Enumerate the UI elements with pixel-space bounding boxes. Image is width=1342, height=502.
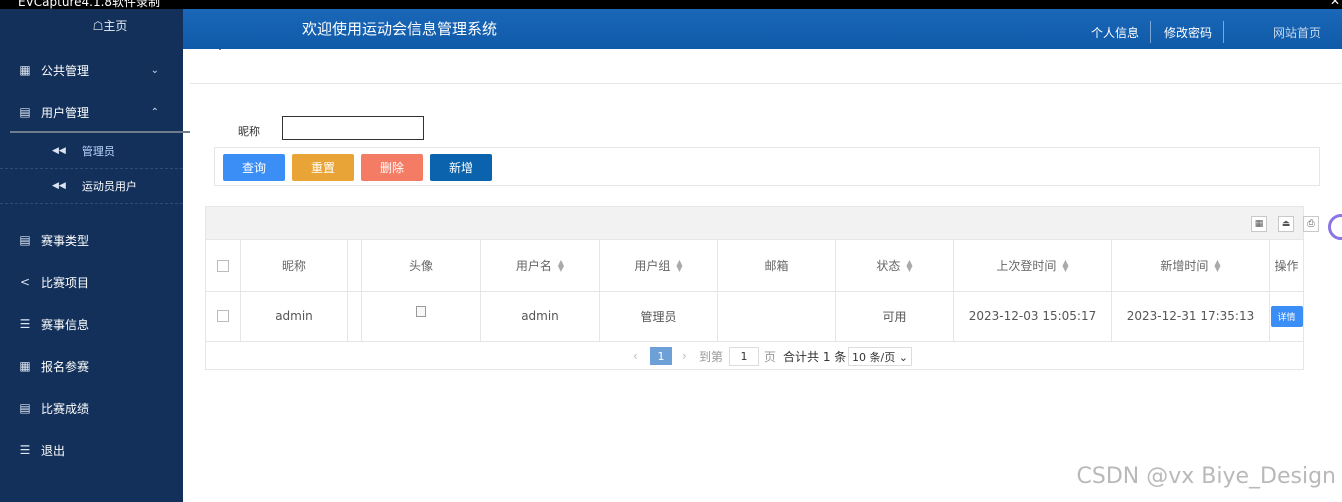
cell-nickname: admin [241, 291, 348, 341]
change-password-link[interactable]: 修改密码 [1164, 24, 1212, 41]
columns-icon[interactable]: ▦ [1251, 216, 1267, 232]
sidebar-item-label: 退出 [41, 443, 66, 458]
table-header-row: 昵称 头像 用户名 ▲ ▼ 用户组 ▲ ▼ 邮箱 状态 ▲ ▼ 上次登时间 ▲ ▼ 新增时间 ▲ ▼… [206, 240, 1303, 292]
page-number-input[interactable]: 1 [729, 347, 759, 366]
column-spacer [348, 291, 362, 341]
nickname-label: 昵称 [238, 125, 260, 138]
book-icon: ▤ [19, 105, 31, 119]
sidebar: ☖主页 ▦ 公共管理 ⌄ ▤ 用户管理 ⌃ ◀◀ 管理员 ◀◀ 运动员用户 ▤ … [0, 0, 183, 502]
cell-last-login: 2023-12-03 15:05:17 [954, 291, 1112, 341]
delete-button[interactable]: 删除 [361, 154, 423, 181]
sidebar-item-label: 报名参赛 [41, 359, 90, 374]
add-button[interactable]: 新增 [430, 154, 492, 181]
sidebar-item-event-info[interactable]: ☰ 赛事信息 [0, 307, 183, 341]
total-count: 合计共 1 条 [783, 349, 847, 364]
cell-avatar [362, 291, 481, 341]
table-toolbar [205, 206, 1304, 240]
select-all-cell [206, 240, 241, 291]
top-header: 欢迎使用运动会信息管理系统 个人信息 修改密码 网站首页 [183, 9, 1342, 49]
sidebar-item-event-type[interactable]: ▤ 赛事类型 [0, 223, 183, 257]
header-divider [1223, 21, 1224, 43]
cell-action: 详情 [1270, 291, 1303, 341]
chevron-down-icon: ⌄ [150, 64, 159, 76]
prev-page-icon[interactable]: ‹ [633, 349, 638, 363]
column-header-status[interactable]: 状态 ▲ ▼ [836, 240, 954, 291]
sort-icon[interactable]: ▲ ▼ [1062, 258, 1068, 272]
sidebar-item-registration[interactable]: ▦ 报名参赛 [0, 349, 183, 383]
sort-icon[interactable]: ▲ ▼ [1214, 258, 1220, 272]
current-page[interactable]: 1 [650, 347, 672, 365]
sidebar-item-logout[interactable]: ☰ 退出 [0, 433, 183, 467]
page-title: 欢迎使用运动会信息管理系统 [302, 20, 498, 38]
broken-image-icon [416, 306, 426, 317]
grid-icon: ▦ [19, 63, 31, 77]
select-all-checkbox[interactable] [217, 259, 229, 272]
column-spacer [348, 240, 362, 291]
sort-icon[interactable]: ▲ ▼ [676, 258, 682, 272]
cell-created: 2023-12-31 17:35:13 [1112, 291, 1270, 341]
pagination: ‹ 1 › 到第 1 页 合计共 1 条 10 条/页 ⌄ [205, 342, 1304, 370]
page-size-select[interactable]: 10 条/页 ⌄ [848, 347, 912, 366]
cell-username: admin [481, 291, 600, 341]
page-label: 页 [764, 349, 777, 364]
double-left-icon: ◀◀ [52, 181, 66, 191]
recorder-bar [0, 0, 1342, 9]
sidebar-item-label: 用户管理 [41, 105, 90, 120]
row-select-cell [206, 291, 241, 341]
grid-icon: ▦ [19, 359, 31, 373]
sidebar-item-results[interactable]: ▤ 比赛成绩 [0, 391, 183, 425]
column-header-username[interactable]: 用户名 ▲ ▼ [481, 240, 600, 291]
book-icon: ▤ [19, 401, 31, 415]
sidebar-item-public-management[interactable]: ▦ 公共管理 ⌄ [0, 53, 183, 87]
sidebar-subitem-label: 管理员 [81, 145, 115, 158]
goto-label: 到第 [699, 349, 724, 364]
chevron-up-icon: ⌃ [150, 106, 159, 118]
sort-icon[interactable]: ▲ ▼ [906, 258, 912, 272]
list-icon: ☰ [19, 443, 31, 457]
column-header-action: 操作 [1274, 259, 1299, 273]
next-page-icon[interactable]: › [682, 349, 687, 363]
list-icon: ☰ [19, 317, 31, 331]
sidebar-item-label: 公共管理 [41, 63, 90, 78]
share-icon: < [19, 275, 31, 289]
reset-button[interactable]: 重置 [292, 154, 354, 181]
book-icon: ▤ [19, 233, 31, 247]
sidebar-item-label: 比赛成绩 [41, 401, 90, 416]
nickname-input[interactable] [282, 116, 424, 140]
row-checkbox[interactable] [217, 310, 229, 322]
column-header-created[interactable]: 新增时间 ▲ ▼ [1112, 240, 1270, 291]
print-icon[interactable]: ⎙ [1303, 216, 1319, 232]
cell-email [718, 291, 836, 341]
watermark: CSDN @vx Biye_Design [1076, 464, 1336, 489]
double-left-icon: ◀◀ [52, 146, 66, 156]
sort-icon[interactable]: ▲ ▼ [558, 258, 564, 272]
cell-status: 可用 [836, 291, 954, 341]
cell-group: 管理员 [600, 291, 718, 341]
profile-link[interactable]: 个人信息 [1091, 24, 1139, 41]
sidebar-subitem-admin[interactable]: ◀◀ 管理员 [0, 134, 183, 169]
sidebar-item-label: 赛事类型 [41, 233, 90, 248]
site-home-link[interactable]: 网站首页 [1273, 24, 1321, 41]
detail-button[interactable]: 详情 [1270, 305, 1303, 327]
sidebar-item-user-management[interactable]: ▤ 用户管理 ⌃ [0, 95, 183, 129]
sidebar-subitem-athlete-user[interactable]: ◀◀ 运动员用户 [0, 169, 183, 204]
column-header-avatar: 头像 [362, 240, 481, 291]
recorder-close-icon[interactable]: ✕ [1330, 0, 1340, 8]
divider [190, 83, 1342, 84]
sidebar-item-label: 比赛项目 [41, 275, 90, 290]
sidebar-item-label: 赛事信息 [41, 317, 90, 332]
sidebar-subitem-label: 运动员用户 [81, 180, 137, 193]
column-header-nickname: 昵称 [241, 240, 348, 291]
column-header-last-login[interactable]: 上次登时间 ▲ ▼ [954, 240, 1112, 291]
header-divider [1150, 21, 1151, 43]
column-header-group[interactable]: 用户组 ▲ ▼ [600, 240, 718, 291]
export-icon[interactable]: ⏏ [1278, 216, 1294, 232]
column-header-email: 邮箱 [718, 240, 836, 291]
sidebar-item-competition-project[interactable]: < 比赛项目 [0, 265, 183, 299]
recorder-title: EVCapture4.1.8软件录制 [18, 0, 161, 9]
query-button[interactable]: 查询 [223, 154, 285, 181]
table-row: admin admin 管理员 可用 2023-12-03 15:05:17 2… [206, 291, 1303, 342]
